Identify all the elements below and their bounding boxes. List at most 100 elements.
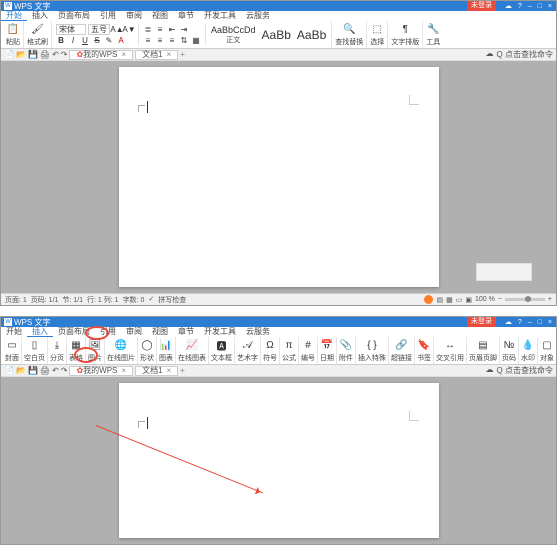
attachment-button[interactable]: 📎附件 (337, 337, 356, 365)
close-icon[interactable]: × (546, 319, 554, 326)
zoom-value[interactable]: 100 % (475, 296, 495, 303)
roaming-icon[interactable]: ☁ (486, 365, 494, 376)
tab-references[interactable]: 引用 (95, 11, 121, 21)
style-heading1[interactable]: AaBb (260, 28, 293, 42)
minimize-icon[interactable]: – (526, 3, 534, 10)
help-icon[interactable]: ? (516, 3, 524, 10)
qat-open-icon[interactable]: 📂 (16, 366, 26, 375)
close-tab-icon[interactable]: × (121, 50, 126, 60)
font-name-select[interactable]: 宋体 (56, 24, 86, 35)
style-normal[interactable]: AaBbCcDd 正文 (209, 25, 258, 45)
blank-page-button[interactable]: ▯空白页 (22, 337, 48, 365)
find-icon[interactable]: 🔍 (342, 23, 356, 37)
picture-button[interactable]: 🖼图片 (86, 337, 105, 365)
maximize-icon[interactable]: □ (536, 3, 544, 10)
shapes-button[interactable]: ◯形状 (138, 337, 157, 365)
style-heading2[interactable]: AaBb (295, 28, 328, 42)
status-page[interactable]: 页面: 1 (5, 295, 27, 305)
new-tab-icon[interactable]: + (180, 50, 185, 59)
maximize-icon[interactable]: □ (536, 319, 544, 326)
search-command[interactable]: Q 点击查找命令 (497, 49, 553, 60)
tab-view[interactable]: 视图 (147, 11, 173, 21)
equation-button[interactable]: π公式 (280, 337, 299, 365)
doc-tab-mywps[interactable]: ✿ 我的WPS × (69, 366, 133, 376)
qat-save-icon[interactable]: 💾 (28, 50, 38, 59)
highlight-icon[interactable]: ✎ (104, 36, 114, 46)
document-canvas[interactable] (1, 61, 556, 293)
tab-insert[interactable]: 插入 (27, 11, 53, 21)
strike-button[interactable]: S (92, 36, 102, 46)
hyperlink-button[interactable]: 🔗超链接 (389, 337, 415, 365)
tab-section[interactable]: 章节 (173, 11, 199, 21)
doc-tab-doc1[interactable]: 文档1 × (135, 50, 178, 60)
tab-review[interactable]: 审阅 (121, 11, 147, 21)
tab-cloud[interactable]: 云服务 (241, 327, 275, 337)
date-button[interactable]: 📅日期 (318, 337, 337, 365)
search-command[interactable]: Q 点击查找命令 (497, 365, 553, 376)
format-painter-icon[interactable]: 🖌 (31, 23, 45, 37)
object-button[interactable]: ▢对象 (538, 337, 556, 365)
tab-insert[interactable]: 插入 (27, 327, 53, 337)
view-web-icon[interactable]: ▭ (456, 296, 463, 304)
doc-tab-doc1[interactable]: 文档1 × (135, 366, 178, 376)
indent-dec-icon[interactable]: ⇤ (167, 24, 177, 34)
chart-button[interactable]: 📊图表 (157, 337, 176, 365)
qat-new-icon[interactable]: 📄 (4, 50, 14, 59)
tab-review[interactable]: 审阅 (121, 327, 147, 337)
bold-button[interactable]: B (56, 36, 66, 46)
status-section[interactable]: 节: 1/1 (62, 295, 83, 305)
cloud-icon[interactable]: ☁ (503, 2, 514, 10)
document-page[interactable] (119, 383, 439, 538)
doc-tab-mywps[interactable]: ✿ 我的WPS × (69, 50, 133, 60)
watermark-button[interactable]: 💧水印 (519, 337, 538, 365)
tab-view[interactable]: 视图 (147, 327, 173, 337)
view-print-icon[interactable]: ▦ (446, 296, 453, 304)
underline-button[interactable]: U (80, 36, 90, 46)
line-spacing-icon[interactable]: ⇅ (179, 35, 189, 45)
tab-dev[interactable]: 开发工具 (199, 11, 241, 21)
cloud-icon[interactable]: ☁ (503, 318, 514, 326)
tab-references[interactable]: 引用 (95, 327, 121, 337)
user-badge[interactable]: 未登录 (467, 317, 496, 327)
qat-undo-icon[interactable]: ↶ (52, 50, 59, 59)
help-icon[interactable]: ? (516, 319, 524, 326)
page-number-button[interactable]: №页码 (500, 337, 519, 365)
zoom-out-icon[interactable]: − (498, 296, 502, 303)
qat-redo-icon[interactable]: ↷ (61, 50, 68, 59)
cross-ref-button[interactable]: ↔交叉引用 (434, 337, 467, 365)
qat-undo-icon[interactable]: ↶ (52, 366, 59, 375)
select-icon[interactable]: ⬚ (370, 23, 384, 37)
floating-panel[interactable] (476, 263, 532, 281)
textbox-button[interactable]: 🅰文本框 (209, 337, 235, 365)
document-canvas[interactable] (1, 377, 556, 544)
tab-dev[interactable]: 开发工具 (199, 327, 241, 337)
spellcheck-icon[interactable]: ✓ (148, 295, 154, 305)
grow-font-icon[interactable]: A▲ (112, 24, 122, 34)
page-break-button[interactable]: ⤓分页 (48, 337, 67, 365)
tab-section[interactable]: 章节 (173, 327, 199, 337)
text-layout-icon[interactable]: ¶ (398, 23, 412, 37)
qat-save-icon[interactable]: 💾 (28, 366, 38, 375)
align-right-icon[interactable]: ≡ (167, 35, 177, 45)
qat-new-icon[interactable]: 📄 (4, 366, 14, 375)
field-button[interactable]: { }插入特殊 (356, 337, 389, 365)
status-page-total[interactable]: 页码: 1/1 (31, 295, 59, 305)
roaming-icon[interactable]: ☁ (486, 49, 494, 60)
online-picture-button[interactable]: 🌐在线图片 (105, 337, 138, 365)
close-tab-icon[interactable]: × (167, 50, 172, 60)
tab-layout[interactable]: 页面布局 (53, 327, 95, 337)
symbol-button[interactable]: Ω符号 (261, 337, 280, 365)
zoom-slider[interactable] (505, 298, 545, 301)
view-read-icon[interactable]: ▣ (465, 296, 472, 304)
cover-button[interactable]: ▭封面 (3, 337, 22, 365)
tools-icon[interactable]: 🔧 (426, 23, 440, 37)
number-button[interactable]: #编号 (299, 337, 318, 365)
numbering-icon[interactable]: ≡ (155, 24, 165, 34)
align-left-icon[interactable]: ≡ (143, 35, 153, 45)
qat-print-icon[interactable]: 🖨 (40, 50, 50, 59)
status-words[interactable]: 字数: 0 (123, 295, 145, 305)
sogou-ime-icon[interactable] (424, 295, 433, 304)
zoom-in-icon[interactable]: + (548, 296, 552, 303)
close-icon[interactable]: × (546, 3, 554, 10)
font-color-icon[interactable]: A (116, 36, 126, 46)
